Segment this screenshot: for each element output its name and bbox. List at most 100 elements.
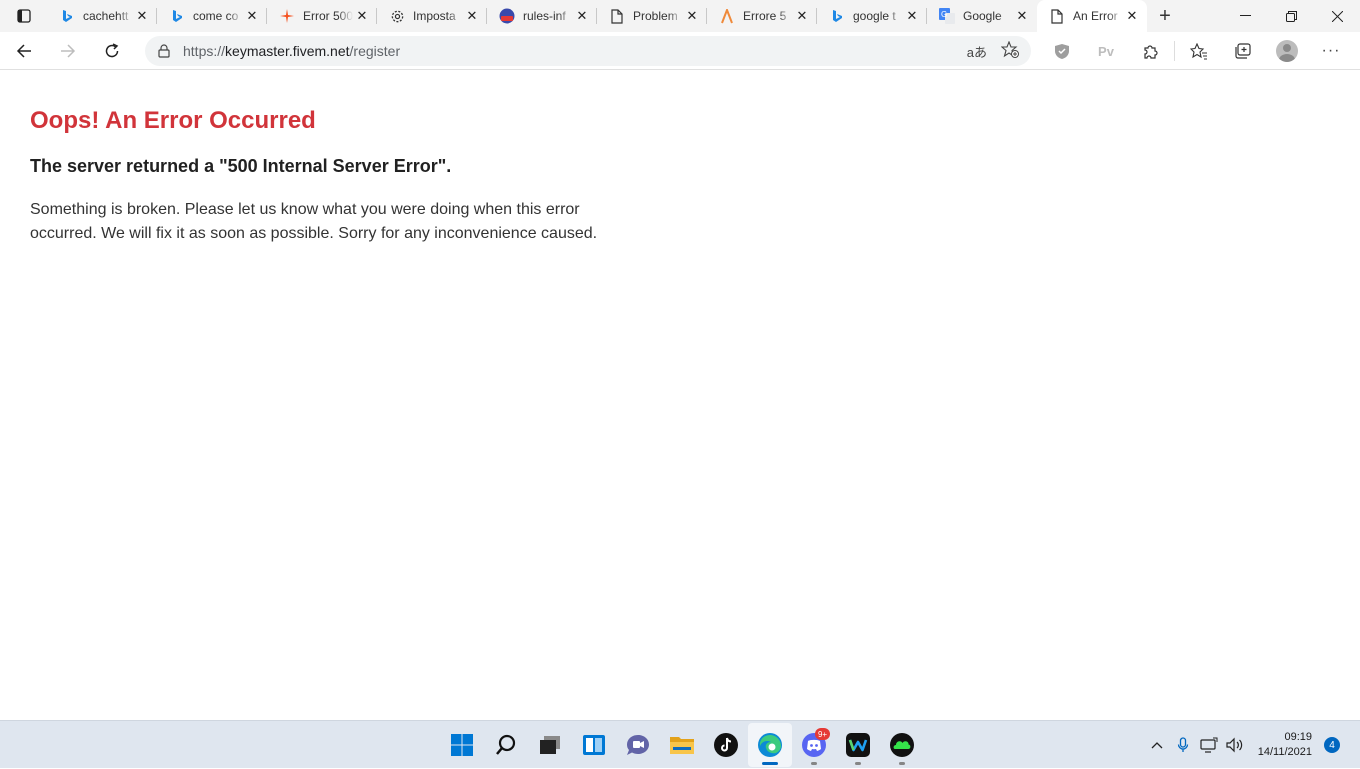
tab-6[interactable]: Errore 5 ✕ [707,0,817,32]
shield-extension-button[interactable] [1040,32,1084,70]
avatar [1276,40,1298,62]
close-icon[interactable]: ✕ [683,7,701,25]
tab-9-active[interactable]: An Error ✕ [1037,0,1147,32]
volume-button[interactable] [1222,721,1248,769]
pv-label: Pv [1098,43,1114,59]
tab-0[interactable]: cachehtt ✕ [47,0,157,32]
browser-toolbar: https://keymaster.fivem.net/register aあ … [0,32,1360,70]
cloud-icon [890,733,914,757]
collections-icon [1235,42,1251,59]
page-content: Oops! An Error Occurred The server retur… [0,71,1360,720]
running-indicator [899,762,905,765]
search-icon [496,734,516,755]
tab-4[interactable]: rules-inf ✕ [487,0,597,32]
new-tab-button[interactable]: + [1147,0,1183,32]
address-bar[interactable]: https://keymaster.fivem.net/register aあ [145,36,1031,66]
tab-title: Error 500 [303,9,353,23]
tab-title: Imposta [413,9,456,23]
puzzle-icon [1143,44,1158,59]
close-icon[interactable]: ✕ [573,7,591,25]
spark-icon [279,8,295,24]
clock-date: 14/11/2021 [1257,746,1312,758]
google-translate-icon: G [939,8,955,24]
settings-menu-button[interactable]: ··· [1309,32,1353,70]
tab-7[interactable]: google t ✕ [817,0,927,32]
minimize-button[interactable] [1222,0,1268,32]
widgets-button[interactable] [572,723,616,767]
forward-button[interactable] [48,35,88,67]
volume-icon [1226,737,1243,753]
tab-list: cachehtt ✕ come co ✕ Error 500 ✕ Imposta… [47,0,1147,32]
tab-actions-icon [16,9,31,23]
tab-2[interactable]: Error 500 ✕ [267,0,377,32]
favorites-button[interactable] [1177,32,1221,70]
tab-title: Problem [633,9,678,23]
tab-title: Errore 5 [743,9,787,23]
chat-button[interactable] [616,723,660,767]
close-window-button[interactable] [1314,0,1360,32]
bing-icon [829,8,845,24]
cloud-app-button[interactable] [880,723,924,767]
extensions-button[interactable] [1128,32,1172,70]
start-button[interactable] [440,723,484,767]
search-button[interactable] [484,723,528,767]
tab-title: An Error [1073,9,1118,23]
error-message: Something is broken. Please let us know … [30,201,598,242]
close-icon[interactable]: ✕ [243,7,261,25]
shield-icon [1055,43,1069,59]
tab-5[interactable]: Problem ✕ [597,0,707,32]
tab-3[interactable]: Imposta ✕ [377,0,487,32]
error-subtitle: The server returned a "500 Internal Serv… [30,156,452,176]
windows-icon [451,734,473,756]
folder-icon [670,737,694,754]
url-text[interactable]: https://keymaster.fivem.net/register [183,43,967,59]
edge-button[interactable] [748,723,792,767]
collections-button[interactable] [1221,32,1265,70]
task-view-button[interactable] [528,723,572,767]
tab-actions-button[interactable] [0,0,47,32]
svg-text:G: G [941,10,947,19]
webex-button[interactable] [836,723,880,767]
profile-button[interactable] [1265,32,1309,70]
minimize-icon [1239,15,1251,16]
pv-extension-button[interactable]: Pv [1084,32,1128,70]
arrow-left-icon [16,43,31,58]
close-icon[interactable]: ✕ [1123,7,1141,25]
notification-center-button[interactable]: 4 [1324,737,1340,753]
close-icon[interactable]: ✕ [903,7,921,25]
read-aloud-button[interactable]: aあ [967,42,987,61]
tiktok-button[interactable] [704,723,748,767]
running-indicator [855,762,861,765]
close-icon[interactable]: ✕ [1013,7,1031,25]
tab-8[interactable]: G Google ✕ [927,0,1037,32]
address-bar-actions: aあ [967,40,1031,61]
clock-button[interactable]: 09:19 14/11/2021 [1248,730,1318,760]
restore-button[interactable] [1268,0,1314,32]
widgets-icon [583,735,605,755]
refresh-button[interactable] [92,35,132,67]
bing-icon [169,8,185,24]
tab-title: google t [853,9,896,23]
show-hidden-icons-button[interactable] [1144,721,1170,769]
tab-1[interactable]: come co ✕ [157,0,267,32]
microphone-button[interactable] [1170,721,1196,769]
close-icon [1331,10,1343,22]
back-button[interactable] [4,35,44,67]
close-icon[interactable]: ✕ [353,7,371,25]
active-indicator [762,762,778,765]
close-icon[interactable]: ✕ [463,7,481,25]
gear-icon [389,8,405,24]
running-indicator [811,762,817,765]
arrow-right-icon [61,43,76,58]
add-favorite-button[interactable] [1000,40,1019,61]
file-explorer-button[interactable] [660,723,704,767]
network-button[interactable] [1196,721,1222,769]
discord-button[interactable]: 9+ [792,723,836,767]
toolbar-separator [1174,41,1175,61]
close-icon[interactable]: ✕ [793,7,811,25]
close-icon[interactable]: ✕ [133,7,151,25]
chat-icon [627,735,649,755]
lambda-icon [719,8,735,24]
lock-icon[interactable] [145,44,183,58]
network-icon [1200,737,1218,753]
